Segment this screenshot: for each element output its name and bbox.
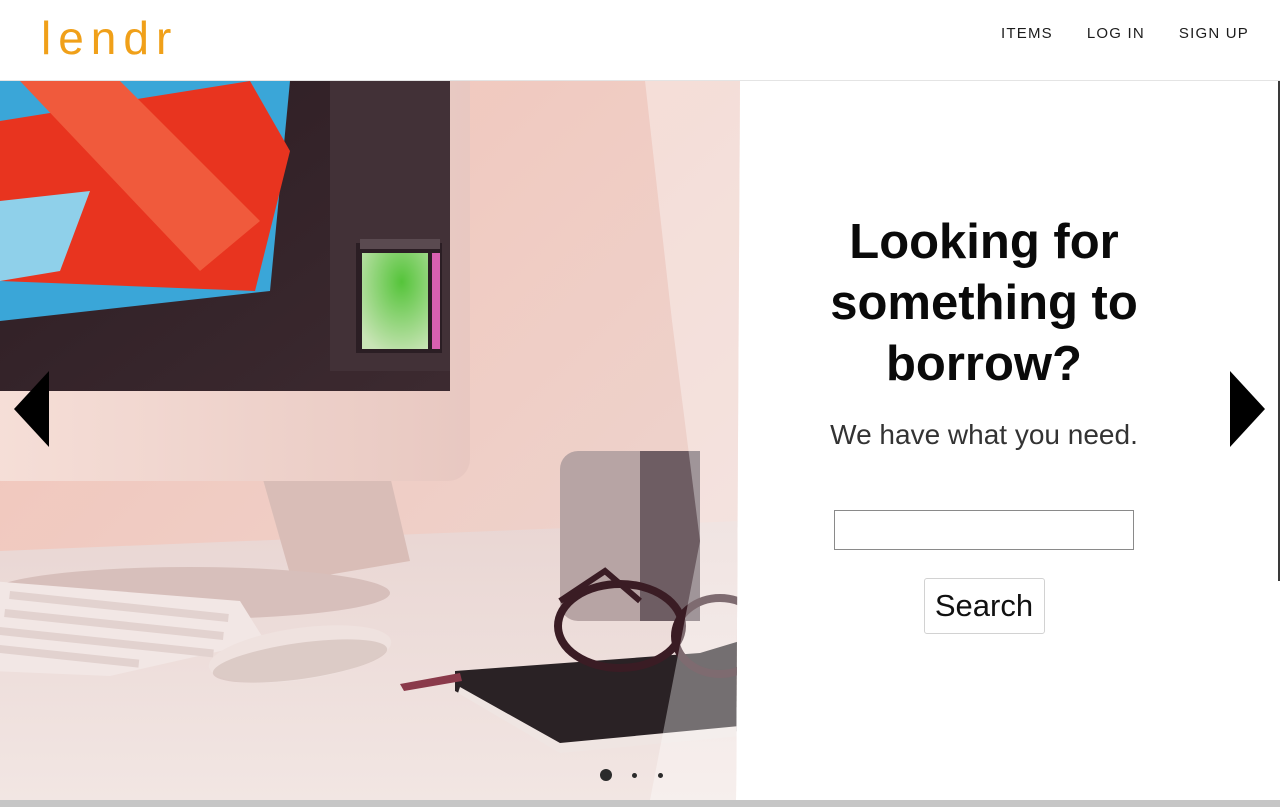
hero-carousel: Looking for something to borrow? We have… — [0, 81, 1280, 800]
hero-subhead: We have what you need. — [830, 419, 1138, 450]
carousel-dot-2[interactable] — [632, 772, 637, 778]
search-button[interactable]: Search — [923, 578, 1045, 634]
chevron-left-icon — [14, 371, 49, 447]
search-input[interactable] — [834, 510, 1134, 550]
carousel-dot-3[interactable] — [658, 772, 663, 778]
carousel-dot-1[interactable] — [600, 769, 612, 781]
hero-headline: Looking for something to borrow? — [830, 215, 1138, 391]
horizontal-scrollbar[interactable] — [0, 800, 1280, 807]
carousel-next-button[interactable] — [1230, 371, 1266, 449]
nav-signup-link[interactable]: SIGN UP — [1179, 24, 1249, 44]
nav-links: ITEMS LOG IN SIGN UP — [1001, 24, 1249, 44]
carousel-indicators — [600, 768, 663, 782]
chevron-right-icon — [1230, 371, 1265, 447]
brand-logo[interactable]: lendr — [41, 10, 178, 66]
carousel-prev-button[interactable] — [14, 371, 50, 449]
nav-login-link[interactable]: LOG IN — [1087, 24, 1145, 44]
hero-content: Looking for something to borrow? We have… — [740, 81, 1228, 800]
nav-items-link[interactable]: ITEMS — [1001, 24, 1053, 44]
navbar: lendr ITEMS LOG IN SIGN UP — [0, 0, 1280, 81]
